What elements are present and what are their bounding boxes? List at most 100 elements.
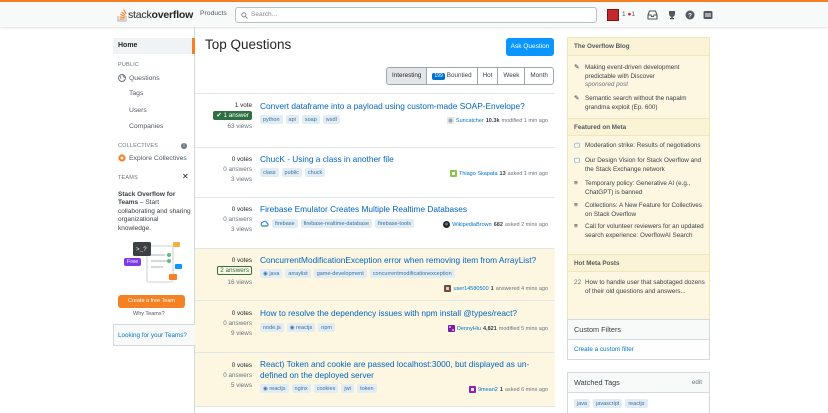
stackoverflow-logo[interactable]: stackoverflow	[117, 6, 193, 24]
answer-count: 0 answers	[223, 372, 252, 379]
tag-npm[interactable]: npm	[318, 323, 335, 332]
close-icon[interactable]: ✕	[182, 172, 189, 181]
svg-text:>_?: >_?	[136, 246, 147, 253]
user-avatar-image[interactable]	[443, 221, 451, 228]
question-timestamp[interactable]: modified 1 min ago	[502, 118, 548, 124]
nav-home[interactable]: Home	[113, 38, 195, 54]
tag-concurrentmodificationexception[interactable]: concurrentmodificationexception	[369, 269, 455, 278]
tag-soap[interactable]: soap	[301, 115, 320, 124]
question-title-link[interactable]: Firebase Emulator Creates Multiple Realt…	[260, 204, 550, 215]
google-cloud-icon	[260, 220, 269, 227]
ask-question-button[interactable]: Ask Question	[506, 38, 554, 56]
looking-for-teams-link[interactable]: Looking for your Teams?	[113, 324, 195, 346]
question-title-link[interactable]: ChucK - Using a class in another file	[260, 154, 550, 165]
tag-java[interactable]: java	[574, 399, 591, 408]
question-title-link[interactable]: How to resolve the dependency issues wit…	[260, 308, 550, 319]
tag-java[interactable]: ◉ java	[260, 269, 283, 278]
tag-javascript[interactable]: javascript	[593, 399, 623, 408]
question-stats: 0 votes 0 answers 9 views	[195, 310, 252, 337]
meta-item[interactable]: ≡ Collections: A New Feature for Collect…	[574, 202, 706, 219]
tab-interesting[interactable]: Interesting	[387, 68, 427, 84]
nav-tags[interactable]: Tags	[129, 90, 143, 97]
user-name-link[interactable]: user14580500	[453, 286, 488, 292]
tag-class[interactable]: class	[260, 168, 279, 177]
question-stats: 0 votes 0 answers 3 views	[195, 156, 252, 183]
tag-cookies[interactable]: cookies	[313, 384, 339, 393]
hot-meta-item[interactable]: 22 How to handle user that sabotaged doz…	[574, 279, 706, 296]
user-avatar-image[interactable]	[446, 117, 454, 124]
question-title-link[interactable]: Convert dataframe into a payload using c…	[260, 101, 550, 112]
blog-item[interactable]: ✎ Semantic search without the napalm gra…	[574, 95, 706, 112]
tab-bountied[interactable]: 199 Bountied	[426, 68, 476, 84]
question-title-link[interactable]: React) Token and cookie are passed local…	[260, 359, 550, 381]
user-name-link[interactable]: WikipediaBrown	[452, 222, 491, 228]
user-name-link[interactable]: 9mean2	[478, 387, 498, 393]
chat-bubble-icon: ▢	[574, 142, 581, 149]
tag-reactjs[interactable]: reactjs	[625, 399, 648, 408]
nav-users[interactable]: Users	[129, 107, 147, 114]
user-name-link[interactable]: DennyHiu	[457, 326, 481, 332]
reputation-display[interactable]: 1 ●1	[622, 11, 635, 18]
search-input[interactable]: Search...	[251, 11, 277, 18]
user-name-link[interactable]: Thiago Skapata	[459, 171, 498, 177]
meta-item[interactable]: ≡ Call for volunteer reviewers for an up…	[574, 223, 706, 240]
tab-week[interactable]: Week	[497, 68, 524, 84]
products-link[interactable]: Products	[200, 10, 227, 17]
question-timestamp[interactable]: asked 2 mins ago	[505, 222, 548, 228]
question-timestamp[interactable]: modified 5 mins ago	[499, 326, 548, 332]
tag-nginx[interactable]: nginx	[291, 384, 311, 393]
question-timestamp[interactable]: asked 6 mins ago	[505, 387, 548, 393]
tag-jwt[interactable]: jwt	[341, 384, 355, 393]
meta-item[interactable]: ▢ Our Design Vision for Stack Overflow a…	[574, 157, 706, 174]
tag-reactjs[interactable]: ◉ reactjs	[286, 323, 316, 332]
inbox-icon[interactable]	[647, 10, 658, 20]
user-avatar-image[interactable]	[447, 325, 455, 332]
why-teams-link[interactable]: Why Teams?	[133, 311, 165, 317]
achievements-icon[interactable]	[667, 10, 677, 20]
tag-wsdl[interactable]: wsdl	[322, 115, 340, 124]
blog-item[interactable]: ✎ Making event-driven development predic…	[574, 64, 706, 90]
nav-questions[interactable]: Questions	[118, 74, 160, 82]
tag-firebase-tools[interactable]: firebase-tools	[375, 219, 415, 228]
tag-firebase[interactable]: firebase	[272, 219, 298, 228]
user-avatar-image[interactable]	[468, 386, 476, 393]
tag-node-js[interactable]: node.js	[260, 323, 284, 332]
nav-section-collectives: COLLECTIVES	[118, 143, 159, 149]
nav-section-public: PUBLIC	[118, 62, 140, 68]
tag-chuck[interactable]: chuck	[304, 168, 326, 177]
info-icon[interactable]: i	[181, 143, 187, 149]
tag-arraylist[interactable]: arraylist	[285, 269, 311, 278]
meta-item[interactable]: ▢ Moderation strike: Results of negotiat…	[574, 142, 706, 151]
help-icon[interactable]: ?	[685, 10, 695, 20]
question-timestamp[interactable]: asked 1 min ago	[508, 171, 548, 177]
question-timestamp[interactable]: answered 4 mins ago	[496, 286, 548, 292]
tag-api[interactable]: api	[285, 115, 299, 124]
tag-token[interactable]: token	[357, 384, 377, 393]
answer-count: 0 answers	[223, 216, 252, 223]
user-avatar-image[interactable]	[449, 170, 457, 177]
nav-explore-collectives[interactable]: Explore Collectives	[118, 154, 187, 162]
answer-count: 0 answers	[223, 320, 252, 327]
tag-firebase-realtime-database[interactable]: firebase-realtime-database	[300, 219, 373, 228]
site-switcher-icon[interactable]	[703, 10, 713, 20]
create-custom-filter-link[interactable]: Create a custom filter	[568, 340, 709, 359]
tag-public[interactable]: public	[281, 168, 302, 177]
question-summary-watched: 0 votes 2 answers 16 views ConcurrentMod…	[195, 248, 555, 300]
create-team-button[interactable]: Create a free Team	[118, 295, 185, 308]
tag-game-development[interactable]: game-development	[313, 269, 367, 278]
tag-reactjs[interactable]: ◉ reactjs	[260, 384, 289, 393]
edit-watched-tags-link[interactable]: edit	[692, 379, 702, 386]
meta-item[interactable]: ≡ Temporary policy: Generative AI (e.g.,…	[574, 180, 706, 197]
nav-companies[interactable]: Companies	[129, 123, 163, 130]
user-name-link[interactable]: Suncatcher	[456, 118, 484, 124]
tab-month[interactable]: Month	[524, 68, 553, 84]
user-avatar-image[interactable]	[444, 285, 452, 292]
tag-python[interactable]: python	[260, 115, 283, 124]
user-avatar[interactable]	[607, 9, 619, 21]
search-icon	[241, 11, 248, 19]
question-title-link[interactable]: ConcurrentModificationException error wh…	[260, 255, 550, 266]
search-box[interactable]: Search...	[235, 7, 597, 23]
view-count: 63 views	[227, 123, 253, 130]
tab-hot[interactable]: Hot	[476, 68, 498, 84]
answer-count-accepted: ✔ 1 answer	[213, 111, 252, 120]
